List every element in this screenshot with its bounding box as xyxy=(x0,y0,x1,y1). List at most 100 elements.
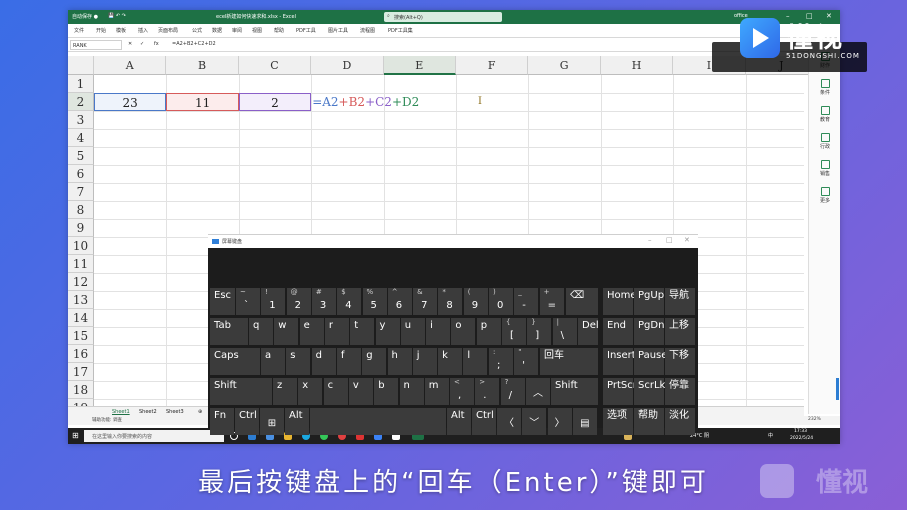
cancel-icon[interactable]: ✕ xyxy=(128,41,132,47)
key-r[interactable]: r xyxy=(324,318,349,345)
key-y[interactable]: y xyxy=(375,318,400,345)
key-d[interactable]: d xyxy=(311,348,336,375)
key-b[interactable]: b xyxy=(374,378,399,405)
taskbar-search[interactable]: 在这里输入你要搜索的内容 xyxy=(84,430,224,442)
key-arrow-right[interactable]: 〉 xyxy=(547,408,572,435)
minimize-icon[interactable]: – xyxy=(648,236,652,244)
ribbon-tab[interactable]: 页面布局 xyxy=(158,27,178,34)
clock-date[interactable]: 2022/5/24 xyxy=(790,436,813,441)
key-char[interactable]: ) 0 xyxy=(489,288,513,315)
sheet-tab[interactable]: Sheet2 xyxy=(139,409,157,415)
key-down-move[interactable]: 下移 xyxy=(665,348,695,375)
key-char[interactable]: _ - xyxy=(514,288,539,315)
key-a[interactable]: a xyxy=(261,348,285,375)
key-s[interactable]: s xyxy=(286,348,311,375)
key-options[interactable]: 选项 xyxy=(603,408,633,435)
zoom-level[interactable]: 232% xyxy=(808,417,821,422)
row-header-2[interactable]: 2 xyxy=(68,93,94,111)
key-nav[interactable]: 导航 xyxy=(665,288,695,315)
maximize-icon[interactable]: □ xyxy=(666,236,673,244)
cell-b2[interactable]: 11 xyxy=(166,93,239,111)
cell-c2[interactable]: 2 xyxy=(238,93,312,111)
ribbon-tab[interactable]: 流程图 xyxy=(360,27,375,34)
ribbon-tab[interactable]: 插入 xyxy=(138,27,148,34)
key-o[interactable]: o xyxy=(451,318,476,345)
ribbon-tab[interactable]: 开始 xyxy=(96,27,106,34)
key-fade[interactable]: 淡化 xyxy=(665,408,695,435)
key-char[interactable]: * 8 xyxy=(438,288,463,315)
enter-icon[interactable]: ✓ xyxy=(140,41,144,47)
sidebar-item[interactable]: 行政 xyxy=(815,133,835,150)
row-header-4[interactable]: 4 xyxy=(68,129,94,147)
key-esc[interactable]: Esc xyxy=(210,288,235,315)
key-p[interactable]: p xyxy=(476,318,501,345)
key-char[interactable]: @2 xyxy=(286,288,311,315)
sidebar-item[interactable]: 教育 xyxy=(815,106,835,123)
row-header-11[interactable]: 11 xyxy=(68,255,94,273)
row-header-10[interactable]: 10 xyxy=(68,237,94,255)
formula-input[interactable]: =A2+B2+C2+D2 xyxy=(172,41,216,47)
key-e[interactable]: e xyxy=(299,318,324,345)
search-box[interactable]: ⌕ 搜索(Alt+Q) xyxy=(384,12,502,22)
ribbon-tab[interactable]: PDF工具 xyxy=(296,27,316,34)
key-shift-right[interactable]: Shift xyxy=(551,378,598,405)
key-char[interactable]: ^ 6 xyxy=(387,288,412,315)
sidebar-item[interactable]: 销售 xyxy=(815,160,835,177)
sheet-tab[interactable]: Sheet1 xyxy=(112,409,130,415)
key-f[interactable]: f xyxy=(336,348,361,375)
key-symbol[interactable]: >. xyxy=(475,378,500,405)
key-symbol[interactable]: {[ xyxy=(502,318,526,345)
ribbon-tab[interactable]: 数据 xyxy=(212,27,222,34)
key-w[interactable]: w xyxy=(274,318,299,345)
key-up-move[interactable]: 上移 xyxy=(665,318,695,345)
cell-a2[interactable]: 23 xyxy=(94,93,167,111)
key-symbol[interactable]: | \ xyxy=(552,318,577,345)
column-header-h[interactable]: H xyxy=(600,56,674,75)
cell-d2-formula[interactable]: =A2+B2+C2+D2 xyxy=(311,93,419,111)
key-alt-right[interactable]: Alt xyxy=(447,408,471,435)
key-i[interactable]: i xyxy=(426,318,451,345)
row-header-9[interactable]: 9 xyxy=(68,219,94,237)
key-m[interactable]: m xyxy=(424,378,449,405)
key-space[interactable] xyxy=(310,408,446,435)
autosave-label[interactable]: 自动保存 ● xyxy=(72,13,98,20)
key-u[interactable]: u xyxy=(400,318,425,345)
key-ctrl-left[interactable]: Ctrl xyxy=(235,408,259,435)
row-header-6[interactable]: 6 xyxy=(68,165,94,183)
ribbon-tab[interactable]: 帮助 xyxy=(274,27,284,34)
windows-start-icon[interactable]: ⊞ xyxy=(72,431,79,440)
add-sheet-icon[interactable]: ⊕ xyxy=(198,409,202,415)
sheet-tab[interactable]: Sheet3 xyxy=(166,409,184,415)
name-box[interactable]: RANK xyxy=(70,40,122,50)
key-help[interactable]: 帮助 xyxy=(634,408,664,435)
key-t[interactable]: t xyxy=(350,318,375,345)
ime-indicator[interactable]: 中 xyxy=(768,432,773,439)
key-prtscn[interactable]: PrtScn xyxy=(603,378,639,405)
sidebar-item[interactable]: 更多 xyxy=(815,187,835,204)
row-header-12[interactable]: 12 xyxy=(68,273,94,291)
ribbon-tab[interactable]: 模板 xyxy=(116,27,126,34)
key-tab[interactable]: Tab xyxy=(210,318,248,345)
key-insert[interactable]: Insert xyxy=(603,348,636,375)
column-header-f[interactable]: F xyxy=(456,56,529,75)
ribbon-tab[interactable]: PDF工具集 xyxy=(388,27,413,34)
key-pgup[interactable]: PgUp xyxy=(634,288,664,315)
row-header-3[interactable]: 3 xyxy=(68,111,94,129)
column-header-c[interactable]: C xyxy=(238,56,312,75)
key-del[interactable]: Del xyxy=(578,318,599,345)
scrollbar-thumb[interactable] xyxy=(836,378,839,400)
key-c[interactable]: c xyxy=(323,378,348,405)
column-header-b[interactable]: B xyxy=(166,56,239,75)
row-header-15[interactable]: 15 xyxy=(68,327,94,345)
row-header-7[interactable]: 7 xyxy=(68,183,94,201)
key-j[interactable]: j xyxy=(412,348,437,375)
ribbon-tab[interactable]: 图片工具 xyxy=(328,27,348,34)
key-alt-left[interactable]: Alt xyxy=(285,408,309,435)
key-char[interactable]: ~ ` xyxy=(236,288,260,315)
key-x[interactable]: x xyxy=(298,378,323,405)
key-symbol[interactable]: " ' xyxy=(514,348,539,375)
select-all-corner[interactable] xyxy=(68,56,94,75)
key-backspace[interactable]: ⌫ xyxy=(566,288,598,315)
row-header-5[interactable]: 5 xyxy=(68,147,94,165)
row-header-18[interactable]: 18 xyxy=(68,381,94,399)
